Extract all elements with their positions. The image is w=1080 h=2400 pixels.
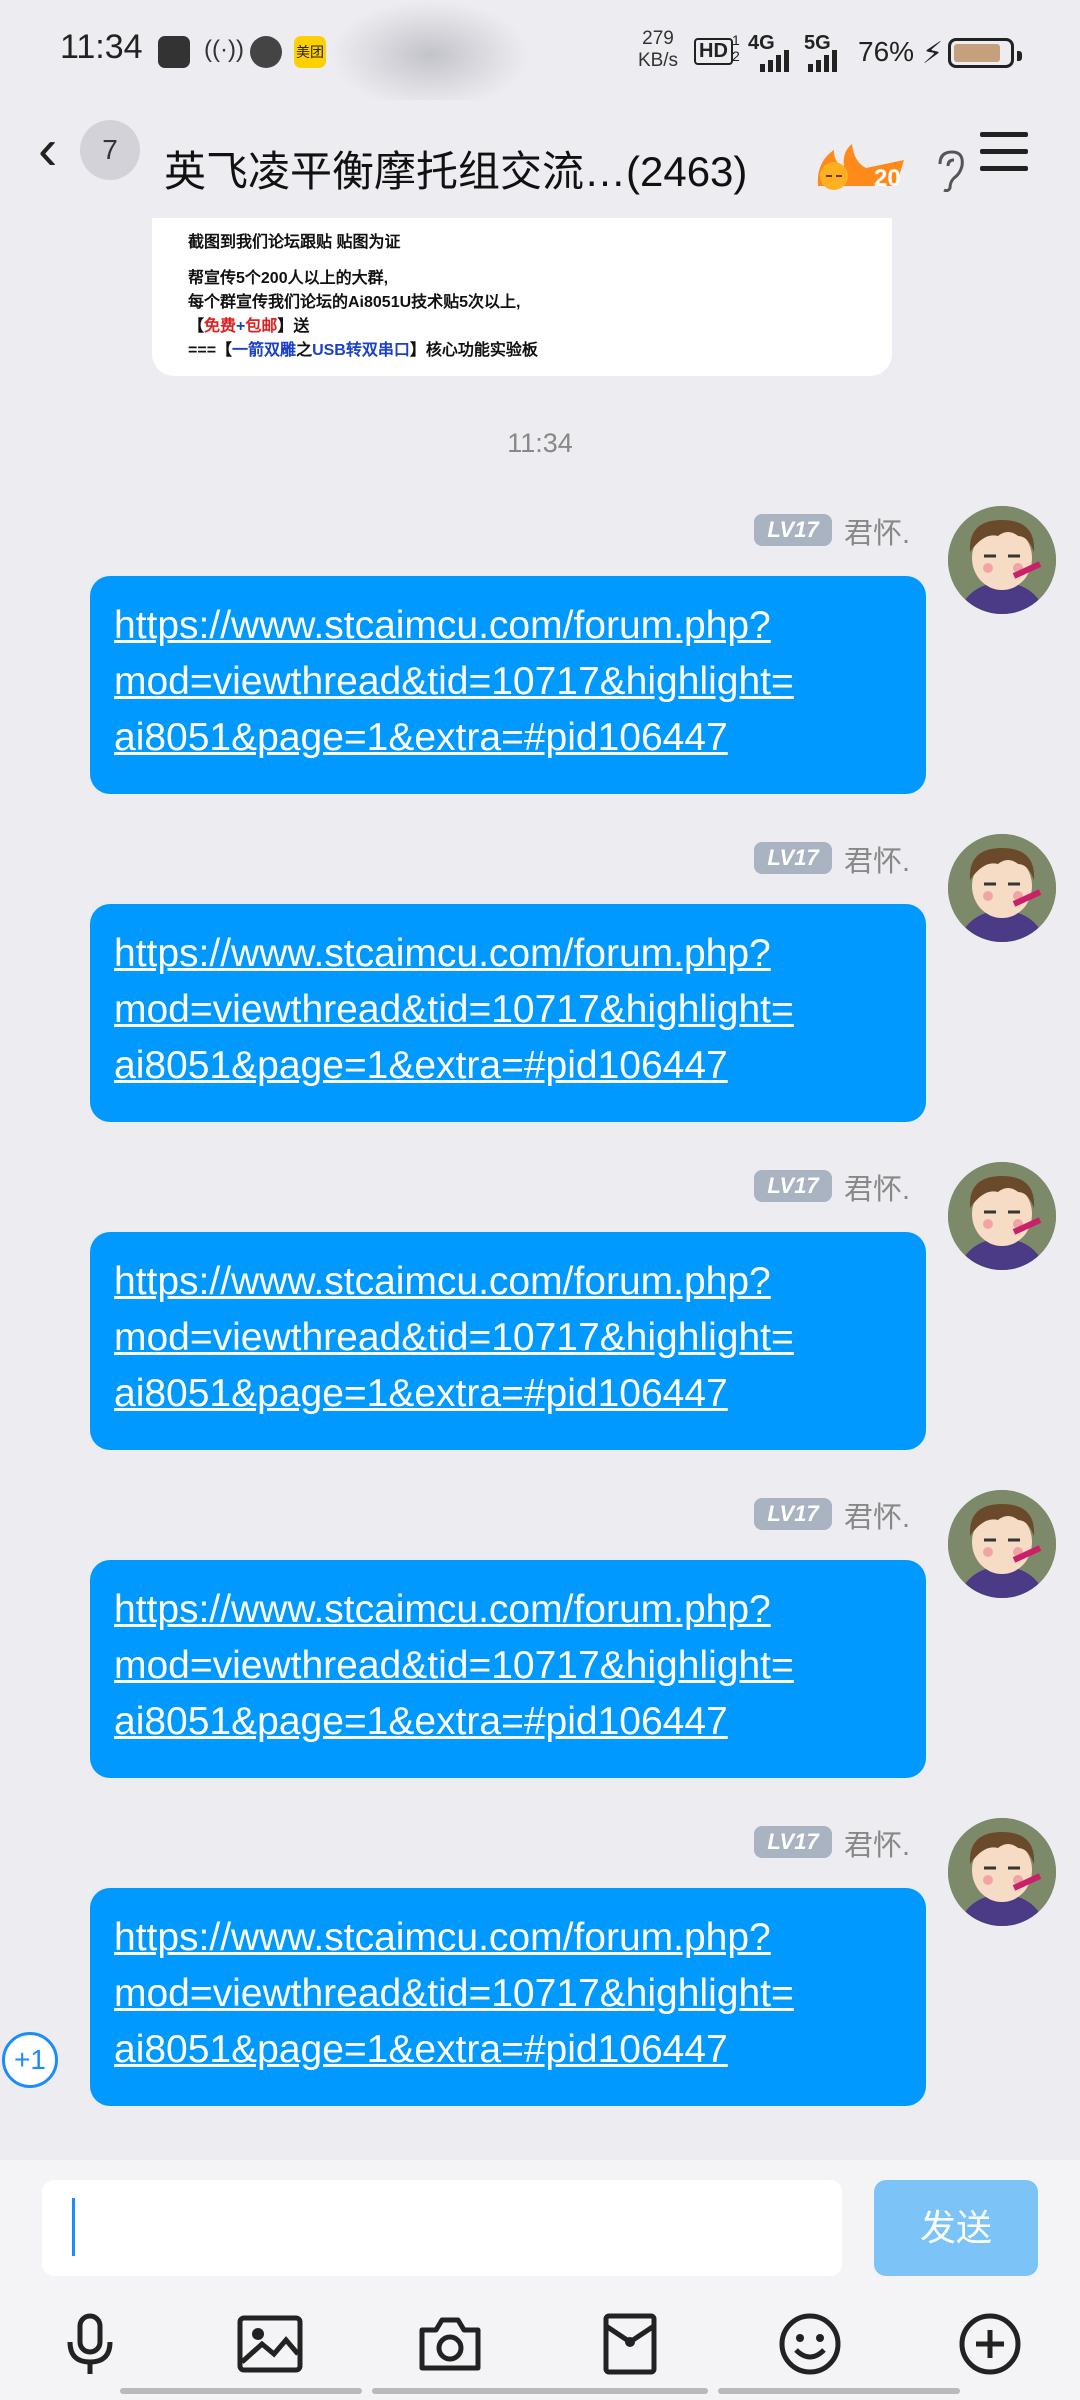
message-link-line[interactable]: mod=viewthread&tid=10717&highlight= [114,982,902,1038]
sender-name[interactable]: 君怀. [844,1822,910,1864]
avatar-illustration [948,1490,1056,1598]
menu-icon[interactable] [980,132,1028,172]
emoji-icon[interactable] [774,2308,846,2380]
avatar[interactable] [948,1490,1056,1598]
image-message-card[interactable]: 截图到我们论坛跟贴 贴图为证 帮宣传5个200人以上的大群, 每个群宣传我们论坛… [152,218,892,376]
avatar[interactable] [948,506,1056,614]
message-link-line[interactable]: mod=viewthread&tid=10717&highlight= [114,1966,902,2022]
message-bubble[interactable]: https://www.stcaimcu.com/forum.php? mod=v… [90,1888,926,2106]
message-link-line[interactable]: ai8051&page=1&extra=#pid106447 [114,1038,902,1094]
level-badge: LV17 [754,1826,832,1858]
microphone-icon[interactable] [54,2308,126,2380]
avatar[interactable] [948,834,1056,942]
status-time: 11:34 [60,28,143,66]
sender-name[interactable]: 君怀. [844,1494,910,1536]
level-badge: LV17 [754,1170,832,1202]
send-button[interactable]: 发送 [874,2180,1038,2276]
card-line: 帮宣传5个200人以上的大群, [188,270,389,287]
message-bubble[interactable]: https://www.stcaimcu.com/forum.php? mod=v… [90,576,926,794]
group-title[interactable]: 英飞凌平衡摩托组交流…(2463) [164,138,804,199]
avatar-illustration [948,1162,1056,1270]
message-input[interactable] [42,2180,842,2276]
net-speed: 279 KB/s [637,28,679,71]
image-icon[interactable] [234,2308,306,2380]
red-packet-icon[interactable] [594,2308,666,2380]
message-bubble[interactable]: https://www.stcaimcu.com/forum.php? mod=v… [90,904,926,1122]
gesture-bar [120,2388,362,2394]
card-line: 每个群宣传我们论坛的Ai8051U技术贴5次以上, [188,294,521,311]
sender-name[interactable]: 君怀. [844,1166,910,1208]
message-link-line[interactable]: https://www.stcaimcu.com/forum.php? [114,926,902,982]
message-bubble[interactable]: https://www.stcaimcu.com/forum.php? mod=v… [90,1232,926,1450]
notification-app-icon [158,36,190,68]
plus-icon[interactable] [954,2308,1026,2380]
hd-indicator: HD [694,38,733,65]
plus-one-button[interactable]: +1 [2,2032,58,2088]
level-badge: LV17 [754,1498,832,1530]
sender-name[interactable]: 君怀. [844,510,910,552]
cat-app-icon [250,36,282,68]
blurred-region [330,0,530,110]
unread-badge[interactable]: 7 [80,120,140,180]
hotspot-icon: ((·)) [204,36,244,63]
avatar[interactable] [948,1162,1056,1270]
card-line: ===【一箭双雕之USB转双串口】核心功能实验板 [188,342,538,359]
message-link-line[interactable]: mod=viewthread&tid=10717&highlight= [114,1638,902,1694]
fire-level-icon[interactable]: 20 [812,142,908,198]
avatar[interactable] [948,1818,1056,1926]
avatar-illustration [948,834,1056,942]
text-caret [72,2198,75,2256]
camera-icon[interactable] [414,2308,486,2380]
card-line: 截图到我们论坛跟贴 贴图为证 [188,234,401,251]
message-bubble[interactable]: https://www.stcaimcu.com/forum.php? mod=v… [90,1560,926,1778]
battery-icon [948,38,1022,68]
message-link-line[interactable]: https://www.stcaimcu.com/forum.php? [114,598,902,654]
meituan-app-icon: 美团 [294,36,326,68]
message-link-line[interactable]: https://www.stcaimcu.com/forum.php? [114,1910,902,1966]
message-link-line[interactable]: https://www.stcaimcu.com/forum.php? [114,1254,902,1310]
message-link-line[interactable]: ai8051&page=1&extra=#pid106447 [114,1366,902,1422]
hd-sub: 1 2 [732,32,740,64]
message-link-line[interactable]: https://www.stcaimcu.com/forum.php? [114,1582,902,1638]
charging-icon: ⚡ [922,37,944,70]
status-bar: 11:34 ((·)) 美团 279 KB/s HD 1 2 4G 5G 76% … [0,0,1080,110]
gesture-bar [372,2388,708,2394]
avatar-illustration [948,1818,1056,1926]
signal-bars-icon [760,50,796,77]
message-link-line[interactable]: ai8051&page=1&extra=#pid106447 [114,2022,902,2078]
signal-bars-icon [808,50,848,77]
card-line: 【免费+包邮】送 [188,318,310,335]
level-badge: LV17 [754,514,832,546]
avatar-illustration [948,506,1056,614]
message-link-line[interactable]: ai8051&page=1&extra=#pid106447 [114,1694,902,1750]
fire-level-text: 20 [874,165,901,192]
message-link-line[interactable]: mod=viewthread&tid=10717&highlight= [114,1310,902,1366]
message-link-line[interactable]: ai8051&page=1&extra=#pid106447 [114,710,902,766]
ear-mode-icon[interactable] [932,148,968,202]
message-timestamp: 11:34 [507,428,573,458]
battery-percentage: 76% [858,36,915,67]
gesture-bar [718,2388,960,2394]
sender-name[interactable]: 君怀. [844,838,910,880]
message-link-line[interactable]: mod=viewthread&tid=10717&highlight= [114,654,902,710]
back-chevron-icon[interactable]: ‹ [38,121,78,182]
level-badge: LV17 [754,842,832,874]
